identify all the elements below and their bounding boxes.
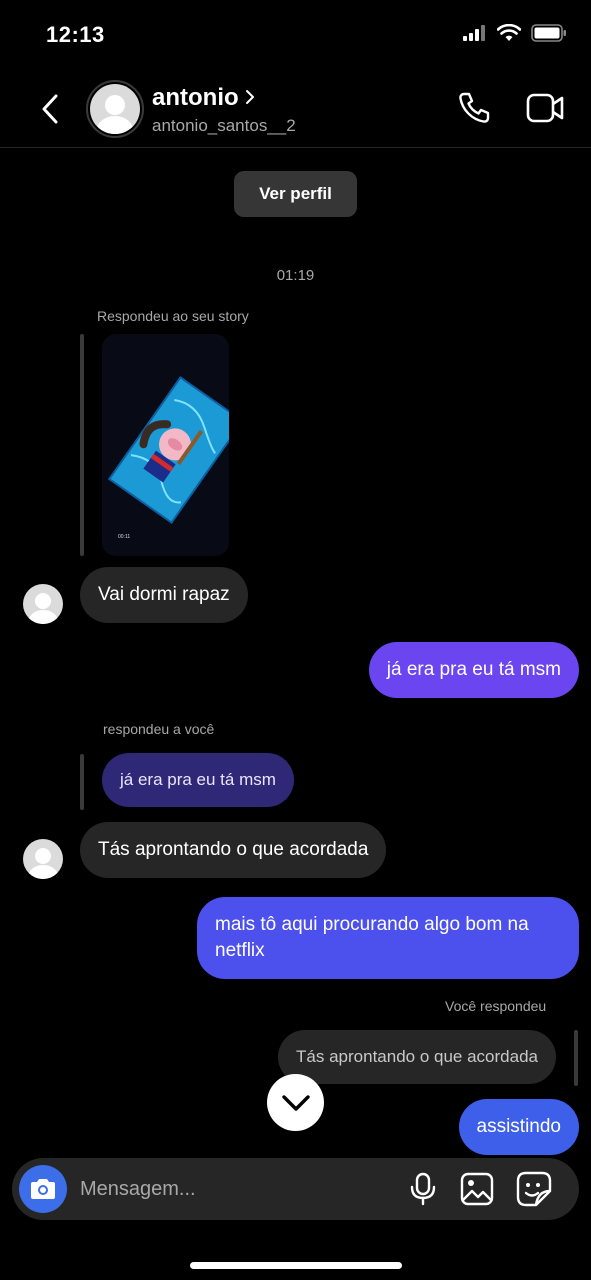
contact-avatar[interactable] — [86, 80, 144, 138]
camera-icon — [31, 1179, 55, 1199]
video-call-button[interactable] — [525, 90, 565, 126]
message-outgoing[interactable]: assistindo — [458, 1099, 579, 1155]
message-outgoing[interactable]: já era pra eu tá msm — [368, 642, 579, 698]
microphone-icon — [410, 1172, 436, 1206]
quoted-message[interactable]: Tás aprontando o que acordada — [278, 1030, 556, 1084]
timestamp: 01:19 — [276, 267, 315, 284]
reply-label: respondeu a você — [103, 721, 215, 737]
phone-icon — [459, 92, 490, 123]
message-incoming[interactable]: Vai dormi rapaz — [80, 567, 248, 623]
quote-line — [80, 334, 84, 556]
contact-username: antonio_santos__2 — [152, 116, 296, 135]
default-avatar-icon — [90, 84, 140, 134]
sticker-button[interactable] — [516, 1171, 552, 1207]
chat-header: antonio antonio_santos__2 — [0, 72, 591, 148]
home-indicator — [190, 1262, 402, 1269]
gallery-button[interactable] — [460, 1171, 494, 1207]
story-reply-label: Respondeu ao seu story — [97, 308, 249, 324]
status-time: 12:13 — [46, 22, 105, 47]
story-time-text: 00:11 — [118, 534, 130, 540]
chevron-right-icon[interactable] — [243, 88, 257, 106]
camera-button[interactable] — [19, 1165, 67, 1213]
quoted-message[interactable]: já era pra eu tá msm — [102, 753, 294, 807]
chevron-left-icon — [42, 94, 58, 124]
sender-avatar[interactable] — [23, 839, 63, 879]
scroll-to-bottom-button[interactable] — [267, 1074, 324, 1131]
wifi-icon — [497, 24, 521, 41]
sender-avatar[interactable] — [23, 584, 63, 624]
story-thumbnail[interactable]: 00:11 — [102, 334, 229, 556]
battery-icon — [531, 24, 566, 42]
signal-icon — [463, 25, 485, 41]
view-profile-button[interactable]: Ver perfil — [234, 171, 357, 217]
status-icons — [463, 24, 567, 42]
message-outgoing[interactable]: mais tô aqui procurando algo bom na netf… — [197, 897, 579, 979]
my-reply-label: Você respondeu — [445, 998, 547, 1014]
chevron-down-icon — [281, 1094, 310, 1111]
contact-name[interactable]: antonio — [152, 84, 239, 112]
voice-call-button[interactable] — [456, 90, 492, 126]
back-button[interactable] — [36, 92, 66, 126]
quote-line — [574, 1030, 578, 1086]
message-input[interactable] — [80, 1172, 380, 1206]
message-composer — [12, 1158, 579, 1220]
story-image: 00:11 — [102, 334, 229, 556]
sticker-icon — [516, 1171, 552, 1207]
image-icon — [460, 1172, 494, 1206]
voice-message-button[interactable] — [408, 1172, 438, 1206]
video-camera-icon — [526, 93, 564, 123]
quote-line — [80, 754, 84, 810]
message-incoming[interactable]: Tás aprontando o que acordada — [80, 822, 387, 878]
